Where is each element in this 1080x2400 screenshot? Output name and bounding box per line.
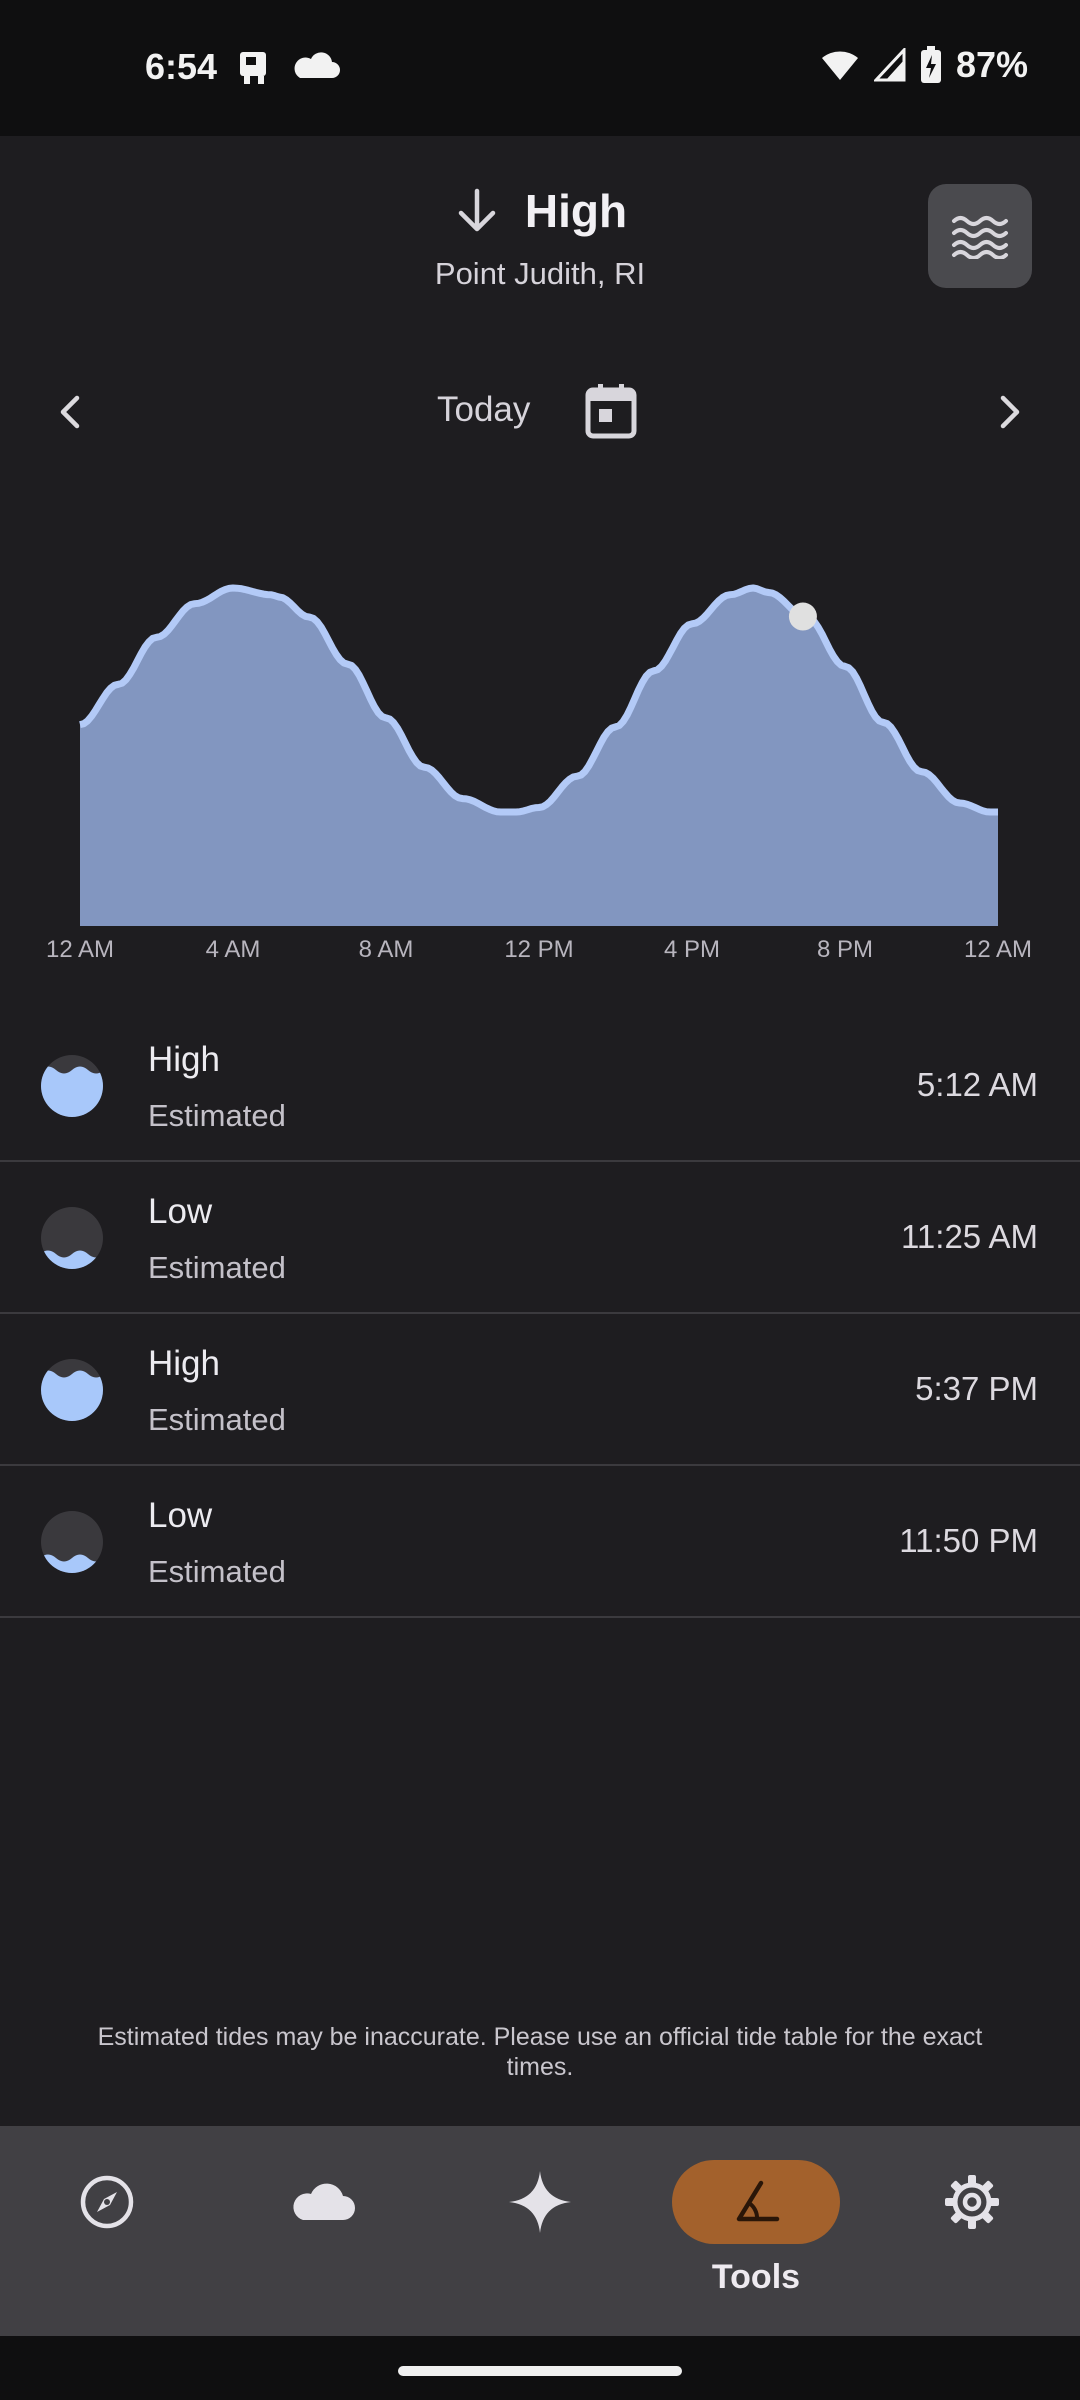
tide-note: Estimated: [148, 1250, 286, 1285]
tide-time: 5:12 AM: [916, 1066, 1038, 1103]
tide-time: 11:25 AM: [901, 1218, 1038, 1255]
nav-item-weather[interactable]: [233, 2126, 413, 2336]
battery-charging-icon: [920, 46, 941, 83]
compass-icon: [80, 2175, 134, 2229]
system-gesture-area: [0, 2336, 1080, 2400]
nav-label-tools: Tools: [711, 2258, 801, 2296]
cloud-icon: [293, 2183, 355, 2220]
battery-percentage: 87%: [955, 44, 1028, 85]
low-tide-icon: [41, 1511, 103, 1573]
low-tide-icon: [41, 1207, 103, 1269]
nav-item-astronomy[interactable]: [450, 2126, 630, 2336]
sparkle-icon: [509, 2171, 571, 2233]
title-row: High: [0, 184, 1080, 238]
arrow-down-icon: [458, 188, 496, 232]
x-tick-label: 4 PM: [663, 936, 721, 963]
high-tide-icon: [41, 1359, 103, 1421]
cell-signal-icon: [873, 48, 906, 82]
nav-icon-container: [888, 2160, 1056, 2244]
x-tick-label: 12 PM: [504, 936, 574, 963]
status-bar: 6:54 87%: [0, 0, 1080, 136]
nav-icon-container: [239, 2160, 407, 2244]
status-time: 6:54: [145, 46, 218, 87]
tide-type: Low: [148, 1192, 213, 1231]
date-label[interactable]: Today: [437, 390, 530, 430]
page-title: High: [524, 185, 628, 237]
x-tick-label: 12 AM: [45, 936, 115, 963]
nav-icon-container: [456, 2160, 624, 2244]
nav-icon-container-active: [672, 2160, 840, 2244]
home-gesture-bar[interactable]: [398, 2366, 682, 2376]
chevron-right-icon: [1000, 395, 1020, 429]
calendar-button[interactable]: [584, 382, 638, 445]
status-notification-icons: [238, 48, 348, 93]
tide-header: High Point Judith, RI: [0, 136, 1080, 336]
high-tide-icon: [41, 1055, 103, 1117]
angle-tool-icon: [736, 2180, 780, 2222]
bottom-navigation: Tools: [0, 2126, 1080, 2336]
notification-icons: [240, 52, 340, 84]
current-time-marker: [788, 602, 817, 631]
status-system-icons: 87%: [820, 44, 1028, 86]
tide-note: Estimated: [148, 1098, 286, 1133]
tide-note: Estimated: [148, 1554, 286, 1589]
tide-list: High Estimated 5:12 AM Low Estimated 11:…: [0, 1010, 1080, 1618]
nav-item-settings[interactable]: [882, 2126, 1062, 2336]
nav-icon-container: [23, 2160, 191, 2244]
x-tick-label: 12 AM: [963, 936, 1033, 963]
gear-icon: [945, 2175, 999, 2229]
wifi-icon: [821, 51, 858, 80]
next-day-button[interactable]: [984, 386, 1036, 438]
tide-note: Estimated: [148, 1402, 286, 1437]
tide-time: 11:50 PM: [899, 1522, 1038, 1559]
x-tick-label: 8 PM: [816, 936, 874, 963]
tide-row[interactable]: High Estimated 5:37 PM: [0, 1314, 1080, 1466]
disclaimer-text: Estimated tides may be inaccurate. Pleas…: [97, 2023, 983, 2081]
tide-type: Low: [148, 1496, 213, 1535]
location-label: Point Judith, RI: [434, 256, 646, 291]
tide-row[interactable]: Low Estimated 11:25 AM: [0, 1162, 1080, 1314]
nav-item-navigation[interactable]: [17, 2126, 197, 2336]
calendar-icon: [585, 384, 637, 439]
tide-type: High: [148, 1040, 220, 1079]
tide-time: 5:37 PM: [915, 1370, 1038, 1407]
tide-area-fill: [80, 588, 998, 926]
tide-selector-button[interactable]: [928, 184, 1032, 288]
tide-type: High: [148, 1344, 220, 1383]
date-navigation: Today: [0, 360, 1080, 460]
previous-day-button[interactable]: [44, 386, 96, 438]
x-tick-label: 8 AM: [358, 936, 414, 963]
x-tick-label: 4 AM: [205, 936, 261, 963]
tide-row[interactable]: High Estimated 5:12 AM: [0, 1010, 1080, 1162]
tide-chart: [79, 584, 998, 926]
nav-item-tools[interactable]: Tools: [666, 2126, 846, 2336]
tide-row[interactable]: Low Estimated 11:50 PM: [0, 1466, 1080, 1618]
waves-icon: [952, 216, 1008, 259]
chevron-left-icon: [60, 395, 80, 429]
